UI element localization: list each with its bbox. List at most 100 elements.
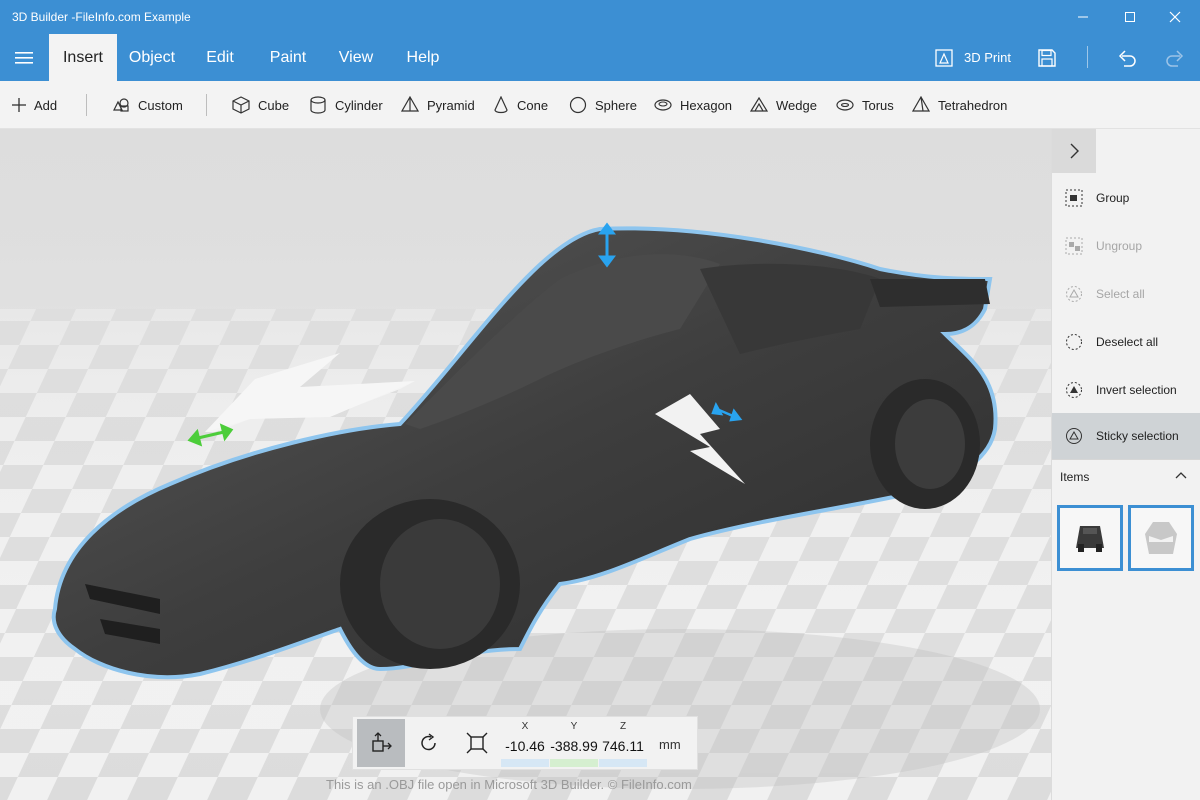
cone-button[interactable]: Cone [493,81,548,129]
add-label: Add [34,97,58,113]
y-value[interactable]: -388.99 [550,738,598,754]
scale-icon [466,732,488,754]
y-axis-label: Y [570,721,578,732]
cube-button[interactable]: Cube [232,81,289,129]
ungroup-icon [1064,236,1084,256]
item-thumbnail-decal[interactable] [1128,505,1194,571]
ungroup-button[interactable]: Ungroup [1052,223,1200,269]
unit-label[interactable]: mm [659,737,681,752]
decal-thumbnail-icon [1145,522,1177,554]
sphere-button[interactable]: Sphere [569,81,637,129]
rotate-icon [421,733,436,751]
invert-selection-button[interactable]: Invert selection [1052,367,1200,413]
select-all-button[interactable]: Select all [1052,271,1200,317]
tab-view[interactable]: View [323,34,389,81]
rear-wheel-rim [895,399,965,489]
pyramid-icon [401,96,419,112]
y-axis-indicator [550,759,598,767]
rotate-mode-button[interactable] [405,719,453,767]
transform-bar: X -10.46 Y -388.99 Z 746.11 mm [352,716,698,770]
cylinder-button[interactable]: Cylinder [309,81,383,129]
undo-button[interactable] [1116,34,1138,81]
group-button[interactable]: Group [1052,175,1200,221]
car-thumbnail-icon [1076,526,1104,552]
close-button[interactable] [1152,0,1198,34]
sticky-selection-label: Sticky selection [1096,429,1179,443]
save-button[interactable] [1037,34,1057,81]
insert-toolbar: Add Custom Cube Cylinder Pyramid Cone Sp… [0,81,1200,129]
z-value[interactable]: 746.11 [599,738,647,754]
add-button[interactable]: Add [12,81,57,129]
cube-label: Cube [258,97,290,113]
scene-render [0,129,1051,800]
custom-label: Custom [138,97,183,113]
item-thumbnail-car[interactable] [1057,505,1123,571]
cone-label: Cone [517,97,549,113]
title-bar: 3D Builder -FileInfo.com Example [0,0,1200,34]
move-icon [372,732,392,752]
z-coordinate[interactable]: Z 746.11 [599,721,647,767]
wedge-label: Wedge [776,97,817,113]
move-mode-button[interactable] [357,719,405,767]
y-coordinate[interactable]: Y -388.99 [550,721,598,767]
plus-icon [12,98,26,112]
select-all-icon [1064,284,1084,304]
pyramid-label: Pyramid [427,97,475,113]
menu-button[interactable] [0,34,48,81]
minimize-icon [1078,16,1088,18]
save-icon [1038,48,1056,67]
cylinder-icon [310,96,326,114]
scale-mode-button[interactable] [453,719,501,767]
tetrahedron-label: Tetrahedron [938,97,1008,113]
sticky-selection-button[interactable]: Sticky selection [1052,413,1200,459]
tetrahedron-button[interactable]: Tetrahedron [912,81,1007,129]
tab-paint[interactable]: Paint [253,34,323,81]
window-title: 3D Builder -FileInfo.com Example [12,10,191,24]
maximize-button[interactable] [1107,0,1153,34]
group-label: Group [1096,191,1130,205]
wedge-button[interactable]: Wedge [750,81,817,129]
maximize-icon [1125,12,1135,22]
3d-print-button[interactable]: 3D Print [934,34,1011,81]
invert-selection-label: Invert selection [1096,383,1177,397]
items-header[interactable]: Items [1052,459,1200,493]
chevron-up-icon [1175,472,1187,479]
sticky-selection-icon [1064,426,1084,446]
custom-button[interactable]: Custom [112,81,183,129]
chevron-right-icon [1070,143,1079,159]
car-spoiler [870,279,990,307]
invert-selection-icon [1064,380,1084,400]
x-axis-label: X [521,721,529,732]
redo-button[interactable] [1164,34,1186,81]
torus-icon [836,99,854,111]
select-all-label: Select all [1096,287,1145,301]
tab-edit[interactable]: Edit [187,34,253,81]
pyramid-button[interactable]: Pyramid [401,81,475,129]
ribbon-tab-bar: Insert Object Edit Paint View Help 3D Pr… [0,34,1200,81]
close-icon [1169,11,1181,23]
toolbar-divider [206,94,207,116]
deselect-all-button[interactable]: Deselect all [1052,319,1200,365]
hamburger-icon [15,51,33,64]
z-axis-indicator [599,759,647,767]
x-coordinate[interactable]: X -10.46 [501,721,549,767]
cylinder-label: Cylinder [335,97,383,113]
hexagon-icon [654,99,672,111]
3d-print-icon [935,48,953,67]
collapse-panel-button[interactable] [1052,129,1096,173]
minimize-button[interactable] [1060,0,1106,34]
x-value[interactable]: -10.46 [501,738,549,754]
3d-viewport[interactable] [0,129,1051,800]
tab-object[interactable]: Object [117,34,187,81]
cube-icon [232,96,250,114]
sphere-label: Sphere [595,97,637,113]
hexagon-button[interactable]: Hexagon [654,81,732,129]
tab-insert[interactable]: Insert [49,34,117,81]
cone-icon [494,96,508,114]
custom-shapes-icon [113,98,129,112]
tab-help[interactable]: Help [389,34,457,81]
toolbar-divider [1087,46,1088,68]
group-icon [1064,188,1084,208]
torus-button[interactable]: Torus [836,81,894,129]
redo-icon [1166,49,1184,67]
